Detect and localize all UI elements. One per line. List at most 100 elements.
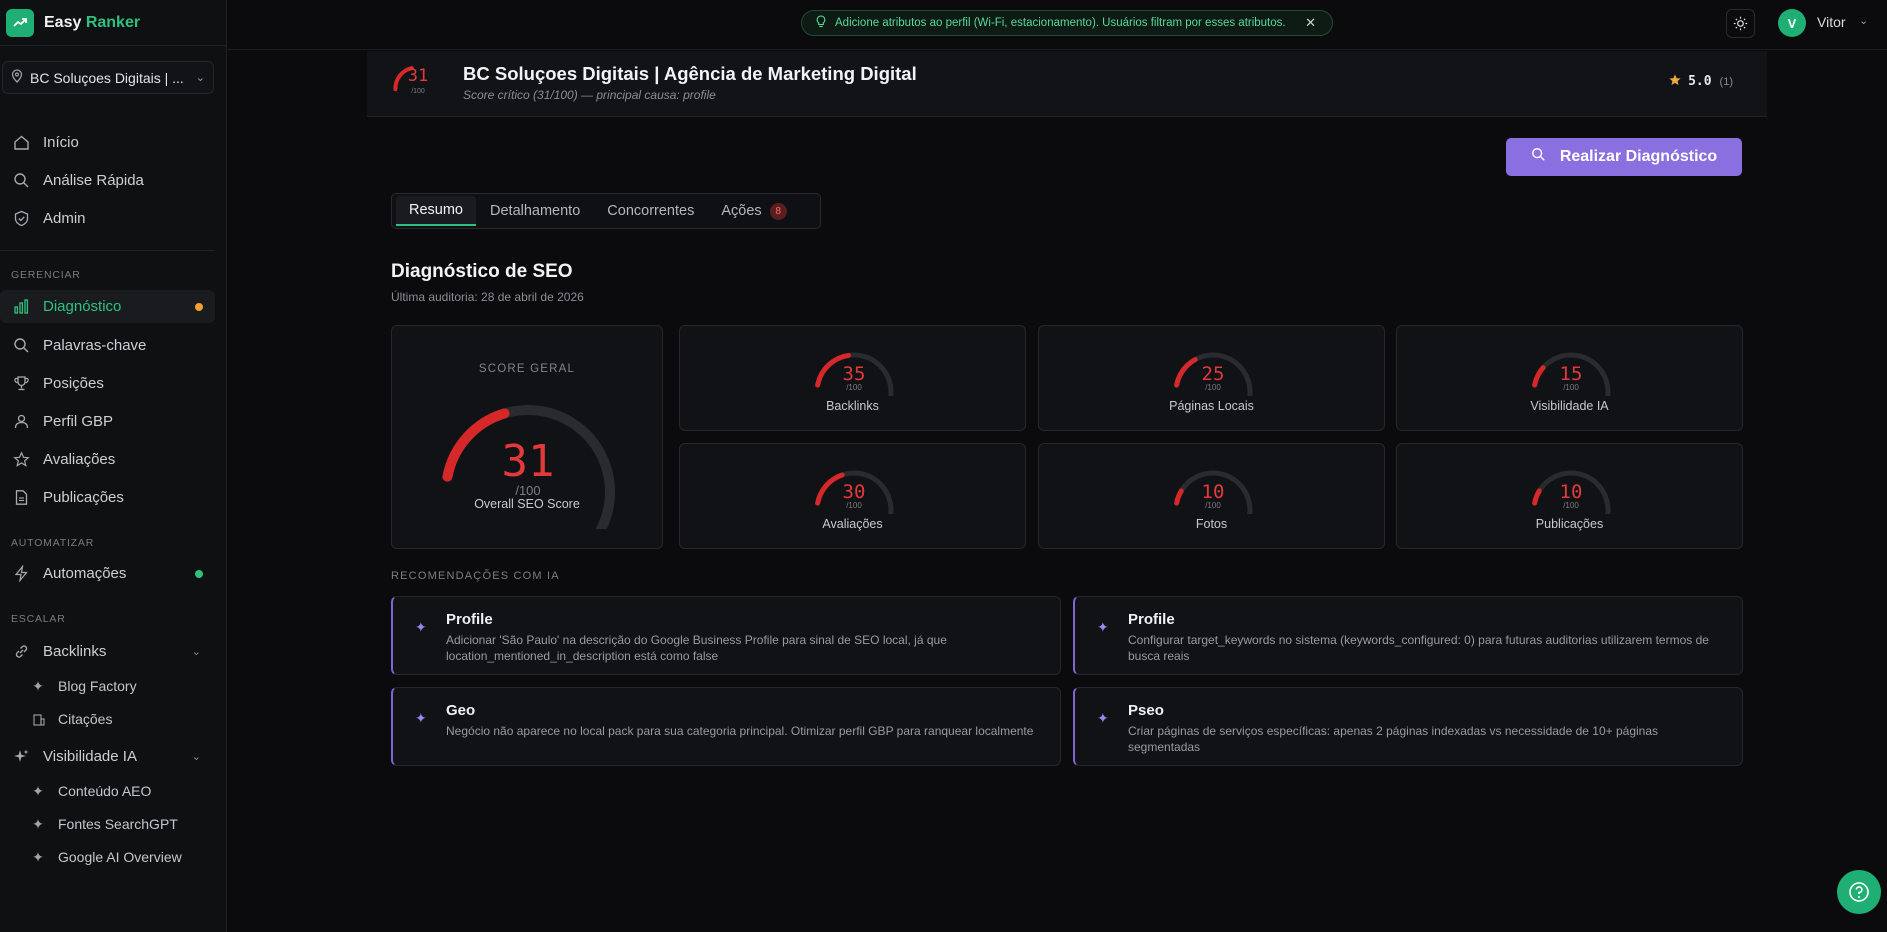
- overall-score-caption: Overall SEO Score: [474, 497, 580, 511]
- help-icon: [1849, 882, 1869, 902]
- mini-score-value: 31: [408, 66, 428, 86]
- notice-text: Adicione atributos ao perfil (Wi-Fi, est…: [835, 17, 1286, 29]
- search-icon: [11, 337, 31, 354]
- nav-label: Backlinks: [43, 643, 107, 660]
- nav-backlinks[interactable]: Backlinks ⌄: [0, 635, 215, 668]
- shield-icon: [11, 210, 31, 227]
- business-title: BC Soluçoes Digitais | Agência de Market…: [463, 63, 917, 84]
- metric-name: Páginas Locais: [1169, 399, 1254, 413]
- close-icon[interactable]: ✕: [1305, 15, 1316, 31]
- nav-label: Perfil GBP: [43, 413, 114, 430]
- chevron-down-icon: ⌄: [195, 72, 205, 84]
- nav-label: Citações: [58, 711, 113, 727]
- metric-card: 30 /100 Avaliações: [679, 443, 1026, 549]
- chevron-down-icon[interactable]: ⌄: [1859, 14, 1868, 27]
- sparkles-icon: ✦: [415, 710, 427, 726]
- theme-toggle-button[interactable]: [1726, 9, 1755, 38]
- recommendation-title: Geo: [446, 702, 476, 719]
- recommendation-card[interactable]: ✦ Profile Configurar target_keywords no …: [1073, 596, 1743, 675]
- nav-visibilidade-ia[interactable]: Visibilidade IA ⌄: [0, 740, 215, 773]
- tab-acoes[interactable]: Ações 8: [708, 196, 799, 226]
- home-icon: [11, 134, 31, 151]
- sparkles-icon: ✦: [1097, 619, 1109, 635]
- sidebar: Easy Ranker BC Soluçoes Digitais | ... ⌄…: [0, 0, 227, 932]
- recommendation-card[interactable]: ✦ Pseo Criar páginas de serviços específ…: [1073, 687, 1743, 766]
- nav-label: Posições: [43, 375, 104, 392]
- link-icon: [11, 643, 31, 660]
- metric-gauge: 35 /100: [814, 352, 893, 396]
- brand[interactable]: Easy Ranker: [0, 0, 226, 46]
- section-title: Diagnóstico de SEO: [391, 261, 573, 282]
- topbar: Adicione atributos ao perfil (Wi-Fi, est…: [228, 0, 1887, 50]
- recommendation-title: Profile: [446, 611, 493, 628]
- location-select[interactable]: BC Soluçoes Digitais | ... ⌄: [2, 61, 214, 94]
- metric-value: 10: [1201, 481, 1224, 503]
- metric-card: 25 /100 Páginas Locais: [1038, 325, 1385, 431]
- recommendations-label: RECOMENDAÇÕES COM IA: [391, 570, 560, 582]
- recommendation-card[interactable]: ✦ Geo Negócio não aparece no local pack …: [391, 687, 1061, 766]
- nav-label: Fontes SearchGPT: [58, 816, 178, 832]
- user-name[interactable]: Vitor: [1817, 14, 1846, 30]
- nav-citacoes[interactable]: Citações: [30, 704, 112, 734]
- metric-max: /100: [846, 383, 862, 392]
- metric-card: 15 /100 Visibilidade IA: [1396, 325, 1743, 431]
- nav-label: Palavras-chave: [43, 337, 147, 354]
- nav-posicoes[interactable]: Posições: [0, 367, 215, 400]
- nav-palavras-chave[interactable]: Palavras-chave: [0, 329, 215, 362]
- sparkles-icon: ✦: [32, 677, 44, 694]
- nav-diagnostico[interactable]: Diagnóstico: [0, 290, 215, 323]
- nav-publicacoes[interactable]: Publicações: [0, 481, 215, 514]
- overall-score-max: /100: [515, 483, 540, 498]
- user-icon: [11, 413, 31, 430]
- sun-icon: [1733, 16, 1748, 31]
- metric-max: /100: [1563, 383, 1579, 392]
- nav-label: Blog Factory: [58, 678, 137, 694]
- avatar[interactable]: V: [1778, 9, 1806, 37]
- metric-gauge: 10 /100: [1173, 470, 1252, 514]
- recommendation-text: Negócio não aparece no local pack para s…: [446, 724, 1034, 738]
- nav-conteudo-aeo[interactable]: ✦ Conteúdo AEO: [30, 776, 151, 806]
- recommendation-text: Criar páginas de serviços específicas: a…: [1128, 724, 1659, 754]
- tab-detalhamento[interactable]: Detalhamento: [477, 196, 593, 226]
- metric-value: 25: [1201, 363, 1224, 385]
- metric-gauge: 25 /100: [1173, 352, 1252, 396]
- gauge-fill: [814, 472, 845, 506]
- metric-gauge: 30 /100: [814, 470, 893, 514]
- mini-score-max: /100: [411, 88, 425, 95]
- location-select-value: BC Soluçoes Digitais | ...: [30, 69, 184, 86]
- nav-label: Automações: [43, 565, 127, 582]
- trophy-icon: [11, 375, 31, 392]
- brand-logo-icon: [6, 8, 34, 37]
- nav-blog-factory[interactable]: ✦ Blog Factory: [30, 671, 137, 701]
- brand-name: Easy Ranker: [44, 13, 141, 31]
- search-icon: [11, 172, 31, 189]
- metric-value: 10: [1559, 481, 1582, 503]
- help-button[interactable]: [1837, 870, 1881, 914]
- run-diagnostic-button[interactable]: Realizar Diagnóstico: [1506, 138, 1742, 176]
- recommendation-card[interactable]: ✦ Profile Adicionar 'São Paulo' na descr…: [391, 596, 1061, 675]
- lightning-icon: [11, 565, 31, 582]
- nav-label: Diagnóstico: [43, 298, 122, 315]
- nav-analise-rapida[interactable]: Análise Rápida: [0, 164, 215, 197]
- nav-label: Conteúdo AEO: [58, 783, 152, 799]
- metric-name: Visibilidade IA: [1530, 399, 1609, 413]
- metric-name: Publicações: [1535, 517, 1604, 531]
- chevron-down-icon: ⌄: [191, 751, 201, 763]
- nav-avaliacoes[interactable]: Avaliações: [0, 443, 215, 476]
- tab-concorrentes[interactable]: Concorrentes: [594, 196, 707, 226]
- tab-resumo[interactable]: Resumo: [396, 196, 476, 226]
- nav-perfil-gbp[interactable]: Perfil GBP: [0, 405, 215, 438]
- business-header: 31 /100 BC Soluçoes Digitais | Agência d…: [367, 51, 1767, 117]
- bar-chart-icon: [11, 298, 31, 315]
- sparkles-icon: ✦: [32, 815, 44, 832]
- nav-label: Publicações: [43, 489, 124, 506]
- document-icon: [11, 489, 31, 506]
- nav-inicio[interactable]: Início: [0, 126, 215, 159]
- nav-automacoes[interactable]: Automações: [0, 557, 215, 590]
- nav-admin[interactable]: Admin: [0, 202, 215, 235]
- metric-max: /100: [1563, 501, 1579, 510]
- rating-count: (1): [1719, 75, 1733, 88]
- nav-google-ai-overview[interactable]: ✦ Google AI Overview: [30, 842, 182, 872]
- nav-fontes-searchgpt[interactable]: ✦ Fontes SearchGPT: [30, 809, 178, 839]
- section-label-escalar: ESCALAR: [11, 613, 66, 625]
